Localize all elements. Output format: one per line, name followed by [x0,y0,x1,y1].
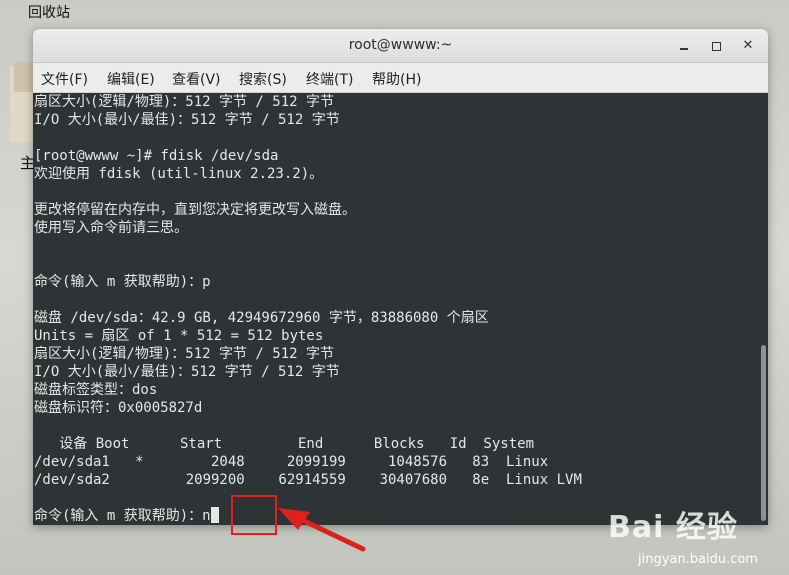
terminal-line: 扇区大小(逻辑/物理)：512 字节 / 512 字节 [34,94,335,110]
title-bar[interactable]: root@wwww:~ ✕ [33,29,768,63]
terminal-output[interactable]: 扇区大小(逻辑/物理)：512 字节 / 512 字节 I/O 大小(最小/最佳… [33,93,758,525]
scrollbar[interactable] [758,93,768,525]
terminal-line: 磁盘标识符：0x0005827d [34,400,203,416]
maximize-button[interactable] [705,35,727,57]
menu-help[interactable]: 帮助(H) [372,69,421,89]
terminal-line: 扇区大小(逻辑/物理)：512 字节 / 512 字节 [34,346,335,362]
menu-bar: 文件(F) 编辑(E) 查看(V) 搜索(S) 终端(T) 帮助(H) [33,63,768,93]
terminal-line: I/O 大小(最小/最佳)：512 字节 / 512 字节 [34,364,340,380]
command-input[interactable]: n [202,508,210,524]
minimize-icon [680,48,688,50]
scrollbar-thumb[interactable] [761,345,766,521]
trash-desktop-label[interactable]: 回收站 [28,2,70,22]
terminal-line: 欢迎使用 fdisk (util-linux 2.23.2)。 [34,166,324,182]
window-title: root@wwww:~ [348,37,453,53]
terminal-line: 磁盘 /dev/sda：42.9 GB, 42949672960 字节，8388… [34,310,489,326]
terminal-line: 命令(输入 m 获取帮助)：p [34,274,211,290]
partition-table-header: 设备 Boot Start End Blocks Id System [34,436,535,452]
terminal-line: [root@wwww ~]# fdisk /dev/sda [34,148,279,164]
prompt-line[interactable]: 命令(输入 m 获取帮助)：n [34,507,219,525]
minimize-button[interactable] [673,35,695,57]
menu-search[interactable]: 搜索(S) [239,69,287,89]
menu-view[interactable]: 查看(V) [172,69,221,89]
terminal-line: Units = 扇区 of 1 * 512 = 512 bytes [34,328,324,344]
input-highlight-box [231,495,277,535]
menu-file[interactable]: 文件(F) [41,69,88,89]
menu-edit[interactable]: 编辑(E) [107,69,155,89]
watermark-url: jingyan.baidu.com [638,552,758,567]
terminal-line: 使用写入命令前请三思。 [34,220,188,236]
watermark-logo: Bai 经验 [608,510,738,545]
partition-row: /dev/sda2 2099200 62914559 30407680 8e L… [34,472,582,488]
text-cursor [210,507,219,523]
command-prompt: 命令(输入 m 获取帮助)： [34,508,203,524]
maximize-icon [712,42,721,51]
terminal-window: root@wwww:~ ✕ 文件(F) 编辑(E) 查看(V) 搜索(S) 终端… [33,29,768,525]
menu-terminal[interactable]: 终端(T) [306,69,353,89]
close-button[interactable]: ✕ [737,35,759,57]
close-icon: ✕ [742,38,754,53]
terminal-line: 磁盘标签类型：dos [34,382,158,398]
partition-row: /dev/sda1 * 2048 2099199 1048576 83 Linu… [34,454,549,470]
terminal-line: I/O 大小(最小/最佳)：512 字节 / 512 字节 [34,112,340,128]
terminal-line: 更改将停留在内存中，直到您决定将更改写入磁盘。 [34,202,356,218]
